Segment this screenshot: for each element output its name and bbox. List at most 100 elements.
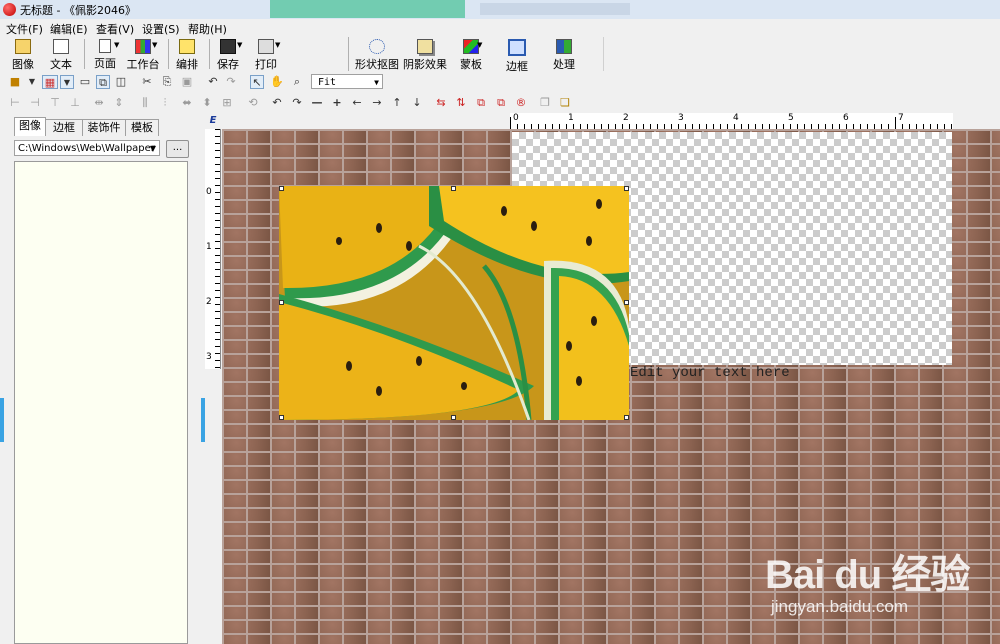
same-height-icon[interactable]: ⬍ [200,96,214,110]
align-top-icon[interactable]: ⊤ [48,96,62,110]
process-button[interactable]: 处理 [544,39,584,71]
magnifier-icon[interactable]: ⌕ [290,75,304,89]
process-icon [556,39,572,54]
move-right-icon[interactable]: → [370,96,384,110]
pointer-tool-icon[interactable]: ↖ [250,75,264,89]
distribute-vertical-icon[interactable]: ⇕ [112,96,126,110]
shape-cutout-button[interactable]: 形状抠图 [353,39,401,71]
grid-icon[interactable]: ▦ [42,75,58,89]
layer-icon[interactable]: ■ [8,75,22,89]
tab-template[interactable]: 模板 [125,119,159,136]
tab-border[interactable]: 边框 [45,119,83,136]
mask-button[interactable]: ▼ 蒙板 [449,39,493,71]
dropdown-arrow-icon: ▼ [152,41,158,49]
ruler-label: 3 [678,113,684,123]
shadow-effect-icon [417,39,433,54]
ruler-label: 1 [206,242,212,252]
paste-icon[interactable]: ▣ [180,75,194,89]
plus-icon[interactable]: + [330,96,344,110]
monitor-icon[interactable]: ▭ [78,75,92,89]
text-frame-icon [53,39,69,54]
menu-file[interactable]: 文件(F) [6,21,43,37]
resize-handle[interactable] [451,415,456,420]
dropdown-arrow-icon: ▼ [237,41,243,49]
flip-vertical-icon[interactable]: ⇅ [454,96,468,110]
text-placeholder[interactable]: Edit your text here [630,365,790,381]
move-down-icon[interactable]: ↓ [410,96,424,110]
frame-icon[interactable]: ⧉ [96,75,110,89]
redo-icon[interactable]: ↷ [224,75,238,89]
tab-ornament[interactable]: 装饰件 [82,119,126,136]
send-backward-icon[interactable]: ⧉ [494,96,508,110]
panel-splitter-handle[interactable] [201,398,205,442]
rotate-left-icon[interactable]: ↶ [270,96,284,110]
text-button[interactable]: 文本 [42,39,80,71]
move-left-icon[interactable]: ← [350,96,364,110]
undo-icon[interactable]: ↶ [206,75,220,89]
center-vertical-icon[interactable]: ⫶ [158,96,172,110]
distribute-horizontal-icon[interactable]: ⇹ [92,96,106,110]
minus-icon[interactable]: — [310,96,324,110]
align-toolbar: ⊢ ⊣ ⊤ ⊥ ⇹ ⇕ ⫼ ⫶ ⬌ ⬍ ⊞ ⟲ ↶ ↷ — + ← → ↑ ↓ … [0,94,1000,112]
same-width-icon[interactable]: ⬌ [180,96,194,110]
ruler-label: 2 [623,113,629,123]
rotate-free-icon[interactable]: ⟲ [246,96,260,110]
title-bar: 无标题 - 《佩影2046》 [0,0,1000,20]
align-left-icon[interactable]: ⊢ [8,96,22,110]
watermelon-photo[interactable] [279,186,629,420]
watermelon-image [279,186,629,420]
ruler-label: 1 [568,113,574,123]
resize-handle[interactable] [624,186,629,191]
resize-handle[interactable] [279,300,284,305]
tab-image[interactable]: 图像 [14,117,46,136]
ungroup-icon[interactable]: ❏ [558,96,572,110]
image-file-list[interactable] [14,161,188,644]
edit-toolbar: ■ ▼ ▦ ▼ ▭ ⧉ ◫ ✂ ⎘ ▣ ↶ ↷ ↖ ✋ ⌕ Fit ▼ [0,73,1000,93]
floppy-disk-icon [220,39,236,54]
border-button[interactable]: 边框 [497,39,537,73]
crop-icon[interactable]: ◫ [114,75,128,89]
menu-view[interactable]: 查看(V) [96,21,134,37]
align-bottom-icon[interactable]: ⊥ [68,96,82,110]
menu-edit[interactable]: 编辑(E) [50,21,88,37]
cut-icon[interactable]: ✂ [140,75,154,89]
browse-button[interactable]: ... [166,140,189,158]
print-button[interactable]: ▼ 打印 [247,39,285,71]
move-up-icon[interactable]: ↑ [390,96,404,110]
dropdown-arrow-icon[interactable]: ▼ [25,75,39,89]
page-button[interactable]: ▼ 页面 [86,39,124,70]
ruler-label: 2 [206,297,212,307]
menu-settings[interactable]: 设置(S) [142,21,180,37]
resize-handle[interactable] [451,186,456,191]
ruler-ticks [510,117,952,129]
resize-handle[interactable] [279,186,284,191]
baidu-watermark: Bai du 经验 jingyan.baidu.com [765,534,985,624]
workbench-button[interactable]: ▼ 工作台 [124,39,162,71]
ruler-label: 4 [733,113,739,123]
flip-horizontal-icon[interactable]: ⇆ [434,96,448,110]
same-size-icon[interactable]: ⊞ [220,96,234,110]
image-button[interactable]: 图像 [4,39,42,71]
arrange-button[interactable]: 编排 [168,39,206,71]
bring-forward-icon[interactable]: ⧉ [474,96,488,110]
zoom-select[interactable]: Fit ▼ [311,74,383,89]
page-icon [99,39,111,53]
left-collapse-handle[interactable] [0,398,4,442]
rotate-right-icon[interactable]: ↷ [290,96,304,110]
shadow-effect-button[interactable]: 阴影效果 [401,39,449,71]
background-window-tab [270,0,465,18]
dropdown-arrow-icon[interactable]: ▼ [60,75,74,89]
copy-icon[interactable]: ⎘ [160,75,174,89]
resize-handle[interactable] [624,300,629,305]
center-horizontal-icon[interactable]: ⫼ [138,96,152,110]
menu-help[interactable]: 帮助(H) [188,21,227,37]
left-panel: 图像 边框 装饰件 模板 C:\Windows\Web\Wallpaper ▼ … [10,116,196,644]
group-icon[interactable]: ❐ [538,96,552,110]
save-button[interactable]: ▼ 保存 [209,39,247,71]
folder-path-select[interactable]: C:\Windows\Web\Wallpaper ▼ [14,140,160,156]
reset-icon[interactable]: ® [514,96,528,110]
resize-handle[interactable] [279,415,284,420]
resize-handle[interactable] [624,415,629,420]
align-right-icon[interactable]: ⊣ [28,96,42,110]
hand-tool-icon[interactable]: ✋ [270,75,284,89]
